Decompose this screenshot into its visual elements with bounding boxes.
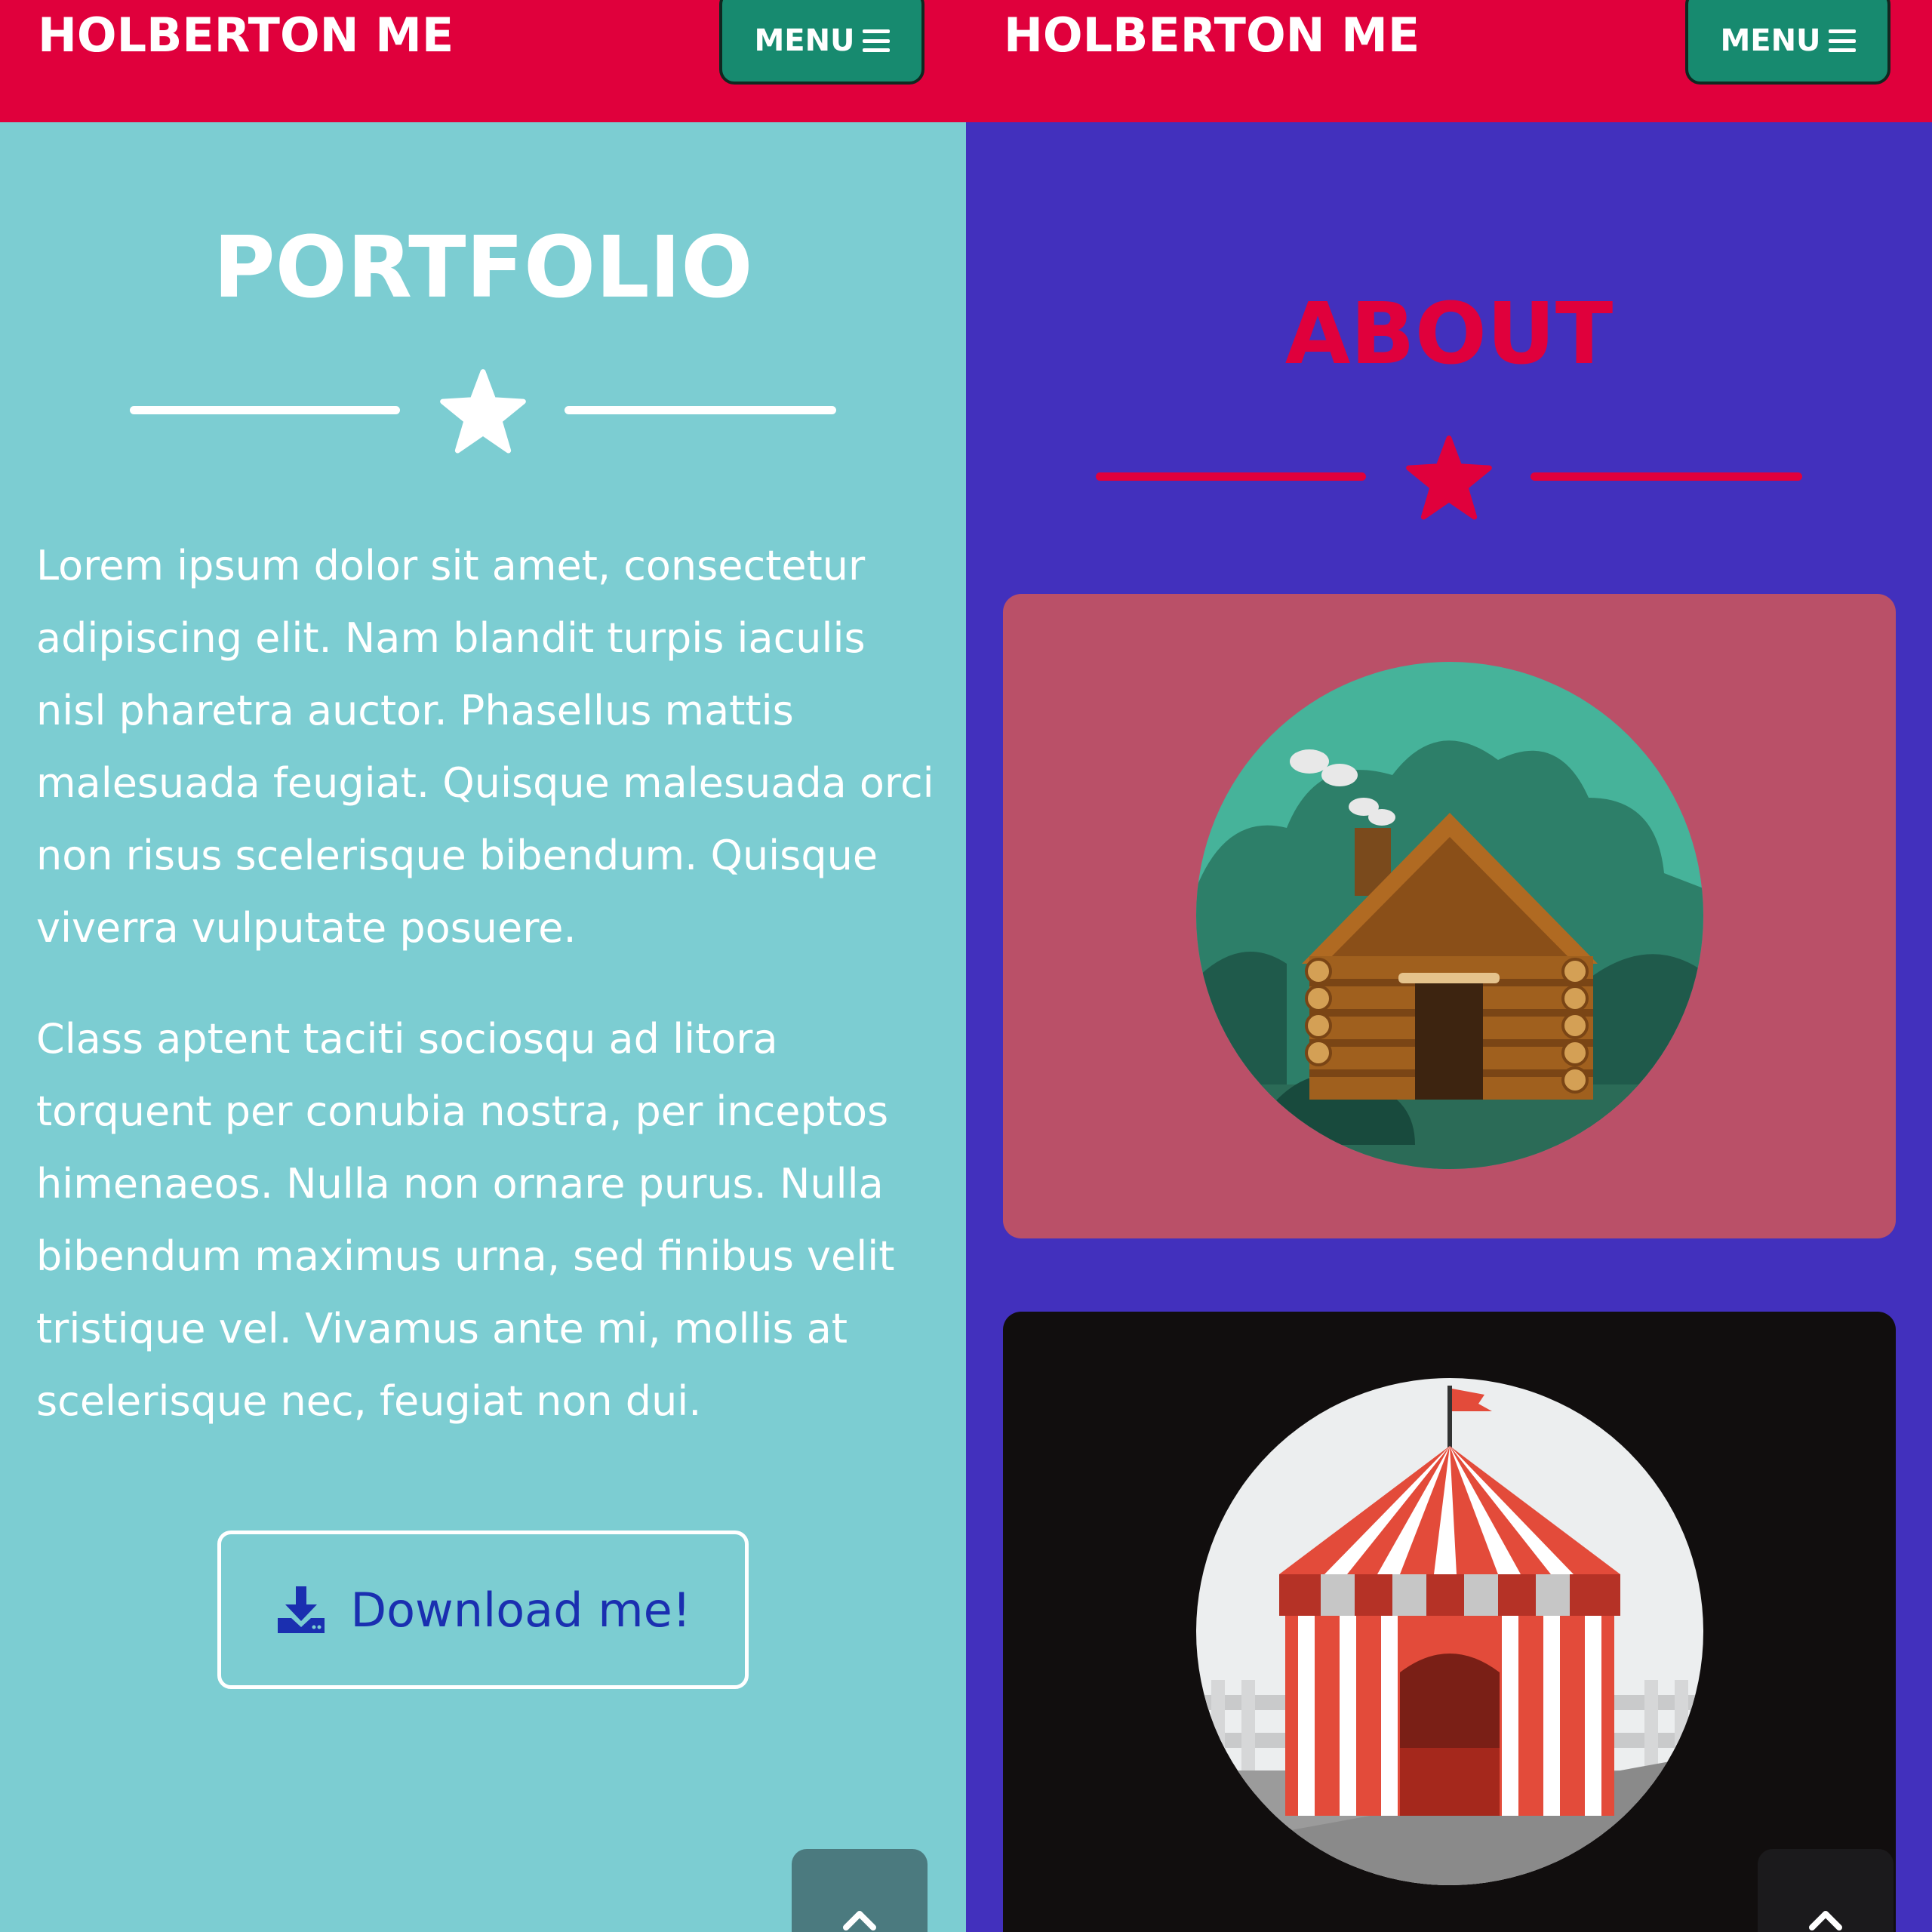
about-card-circus[interactable]: [1003, 1312, 1896, 1932]
portfolio-screen: HOLBERTON ME MENU PORTFOLIO Lorem ipsum …: [0, 0, 966, 1932]
chevron-up-icon: [1809, 1911, 1842, 1930]
star-divider: [0, 362, 966, 460]
star-divider: [966, 429, 1932, 527]
circus-tent-illustration: [1196, 1378, 1703, 1885]
menu-button[interactable]: MENU: [1685, 0, 1890, 85]
divider-line-left: [1096, 472, 1366, 481]
hamburger-icon: [1828, 29, 1856, 52]
about-screen: HOLBERTON ME MENU ABOUT: [966, 0, 1932, 1932]
divider-line-right: [1531, 472, 1802, 481]
navbar: HOLBERTON ME MENU: [0, 0, 966, 122]
menu-label: MENU: [754, 23, 855, 58]
hamburger-icon: [862, 29, 890, 52]
section-title: ABOUT: [1284, 285, 1614, 383]
scroll-to-top-button[interactable]: [792, 1849, 928, 1932]
chevron-up-icon: [843, 1911, 876, 1930]
download-button[interactable]: Download me!: [217, 1531, 749, 1689]
divider-line-left: [130, 406, 400, 414]
scroll-to-top-button[interactable]: [1758, 1849, 1894, 1932]
brand-logo[interactable]: HOLBERTON ME: [38, 3, 454, 68]
navbar: HOLBERTON ME MENU: [966, 0, 1932, 122]
divider-line-right: [565, 406, 836, 414]
download-label: Download me!: [350, 1582, 691, 1638]
about-card-cabin[interactable]: [1003, 594, 1896, 1238]
star-icon: [1406, 435, 1492, 520]
log-cabin-illustration: [1196, 662, 1703, 1169]
brand-logo[interactable]: HOLBERTON ME: [1004, 3, 1420, 68]
menu-label: MENU: [1720, 23, 1821, 58]
portfolio-paragraph: Lorem ipsum dolor sit amet, consectetur …: [36, 542, 934, 952]
download-icon: [278, 1586, 325, 1633]
section-title: PORTFOLIO: [213, 219, 753, 317]
star-icon: [440, 369, 526, 454]
menu-button[interactable]: MENU: [719, 0, 924, 85]
portfolio-paragraph: Class aptent taciti sociosqu ad litora t…: [36, 1015, 895, 1425]
